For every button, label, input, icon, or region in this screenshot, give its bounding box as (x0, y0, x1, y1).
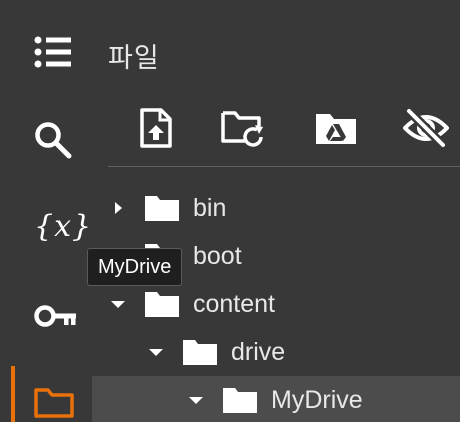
files-panel-window: {x} 파일 bin boot content drive MyDrive My… (0, 0, 460, 422)
variables-icon: {x} (34, 209, 93, 244)
folder-refresh-icon (221, 111, 263, 147)
folder-icon (144, 290, 180, 318)
eye-off-icon (403, 108, 449, 148)
rail-toc-button[interactable] (14, 20, 96, 84)
folder-icon (144, 194, 180, 222)
rail-variables-button[interactable]: {x} (14, 195, 96, 259)
tree-item-drive[interactable]: drive (144, 328, 460, 376)
refresh-button[interactable] (220, 104, 268, 152)
chevron-down-icon[interactable] (106, 292, 130, 316)
drive-folder-icon (316, 114, 356, 144)
rail-secrets-button[interactable] (14, 284, 96, 348)
chevron-down-icon[interactable] (184, 388, 208, 412)
folder-icon (34, 388, 74, 418)
upload-button[interactable] (132, 104, 180, 152)
tree-item-label: drive (231, 337, 286, 366)
rail-search-button[interactable] (14, 108, 96, 172)
toolbar-divider (108, 166, 460, 167)
rail-files-button[interactable] (14, 370, 96, 422)
file-upload-icon (140, 108, 172, 148)
tree-item-label: boot (193, 241, 242, 270)
list-icon (34, 36, 71, 68)
mount-drive-button[interactable] (312, 104, 360, 152)
tree-item-label: bin (193, 193, 227, 222)
folder-icon (222, 386, 258, 414)
search-icon (35, 122, 72, 159)
files-toolbar (108, 98, 460, 158)
tree-item-label: content (193, 289, 276, 318)
tree-item-label: MyDrive (271, 385, 363, 414)
tree-item-mydrive[interactable]: MyDrive (92, 376, 460, 422)
key-icon (34, 305, 76, 327)
tree-item-bin[interactable]: bin (106, 184, 460, 232)
toggle-hidden-button[interactable] (402, 104, 450, 152)
folder-icon (182, 338, 218, 366)
panel-title: 파일 (108, 43, 160, 74)
chevron-right-icon[interactable] (106, 196, 130, 220)
tooltip: MyDrive (87, 248, 183, 286)
chevron-down-icon[interactable] (144, 340, 168, 364)
tree-item-content[interactable]: content (106, 280, 460, 328)
activity-rail: {x} (0, 0, 92, 422)
